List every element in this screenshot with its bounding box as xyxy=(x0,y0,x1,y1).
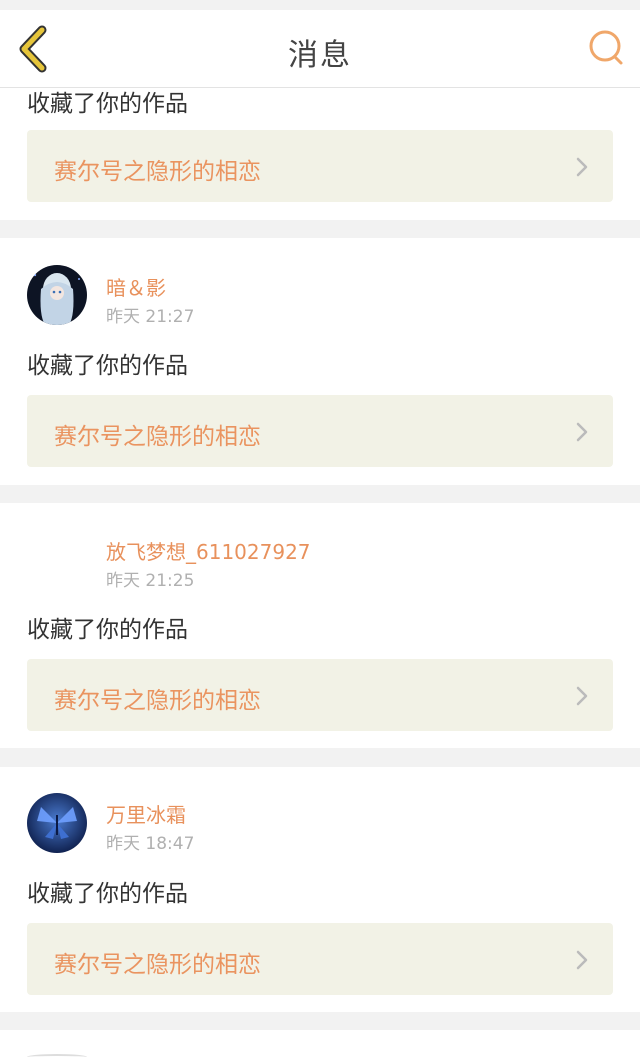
timestamp: 昨天 18:47 xyxy=(106,834,195,854)
search-button[interactable] xyxy=(586,28,626,68)
chevron-right-icon xyxy=(576,157,588,177)
notification-card: 万里冰霜 昨天 18:47 收藏了你的作品 赛尔号之隐形的相恋 xyxy=(0,767,640,1012)
work-link[interactable]: 赛尔号之隐形的相恋 xyxy=(27,395,613,467)
action-text: 收藏了你的作品 xyxy=(27,91,188,117)
timestamp: 昨天 21:27 xyxy=(106,307,195,327)
action-text: 收藏了你的作品 xyxy=(27,617,188,643)
work-title: 赛尔号之隐形的相恋 xyxy=(54,424,261,450)
avatar[interactable] xyxy=(27,530,87,590)
top-bar: 消息 xyxy=(0,0,640,88)
work-link[interactable]: 赛尔号之隐形的相恋 xyxy=(27,659,613,731)
notification-card: 暗＆影 昨天 21:27 收藏了你的作品 赛尔号之隐形的相恋 xyxy=(0,238,640,485)
work-link[interactable]: 赛尔号之隐形的相恋 xyxy=(27,130,613,202)
work-title: 赛尔号之隐形的相恋 xyxy=(54,688,261,714)
action-text: 收藏了你的作品 xyxy=(27,881,188,907)
user-name[interactable]: 暗＆影 xyxy=(106,272,166,301)
work-link[interactable]: 赛尔号之隐形的相恋 xyxy=(27,923,613,995)
notification-card: 放飞梦想_611027927 昨天 21:25 收藏了你的作品 赛尔号之隐形的相… xyxy=(0,503,640,748)
work-title: 赛尔号之隐形的相恋 xyxy=(54,159,261,185)
user-name[interactable]: 万里冰霜 xyxy=(106,799,186,828)
search-icon xyxy=(589,30,623,65)
chevron-right-icon xyxy=(576,686,588,706)
user-name[interactable]: 放飞梦想_611027927 xyxy=(106,536,311,565)
timestamp: 昨天 21:25 xyxy=(106,571,195,591)
avatar[interactable] xyxy=(27,1054,87,1059)
work-title: 赛尔号之隐形的相恋 xyxy=(54,952,261,978)
notification-card xyxy=(0,1030,640,1059)
page-title: 消息 xyxy=(288,38,352,73)
avatar[interactable] xyxy=(27,265,87,325)
action-text: 收藏了你的作品 xyxy=(27,353,188,379)
chevron-right-icon xyxy=(576,950,588,970)
chevron-right-icon xyxy=(576,422,588,442)
avatar[interactable] xyxy=(27,793,87,853)
